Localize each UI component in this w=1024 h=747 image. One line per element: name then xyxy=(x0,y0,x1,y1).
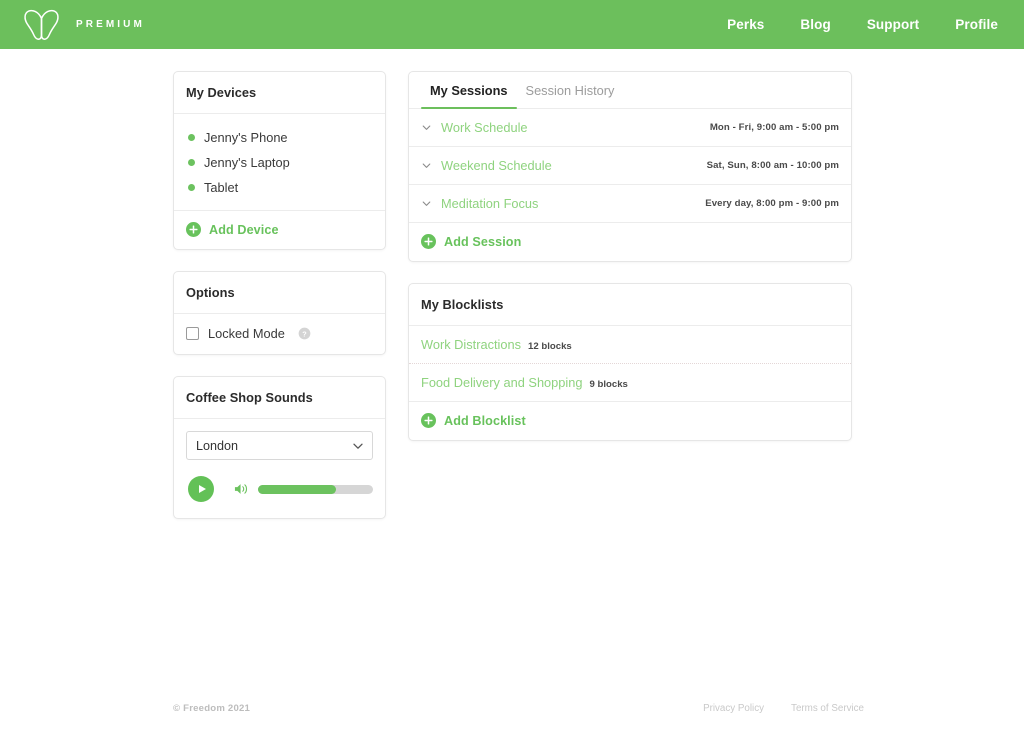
nav-link-perks[interactable]: Perks xyxy=(727,17,764,32)
my-sessions-card: My Sessions Session History Work Schedul… xyxy=(408,71,852,262)
brand[interactable]: PREMIUM xyxy=(22,8,145,42)
blocklist-name: Work Distractions xyxy=(421,337,521,352)
my-devices-header: My Devices xyxy=(174,72,385,114)
table-row[interactable]: Work Distractions 12 blocks xyxy=(409,326,851,364)
copyright-text: © Freedom 2021 xyxy=(173,703,250,714)
list-item[interactable]: Tablet xyxy=(186,175,373,200)
session-schedule: Every day, 8:00 pm - 9:00 pm xyxy=(705,198,839,209)
question-circle-icon[interactable]: ? xyxy=(298,327,311,340)
right-column: My Sessions Session History Work Schedul… xyxy=(408,71,852,462)
add-session-button[interactable]: Add Session xyxy=(409,223,851,261)
tab-my-sessions[interactable]: My Sessions xyxy=(421,83,517,108)
left-column: My Devices Jenny's Phone Jenny's Laptop … xyxy=(173,71,386,540)
chevron-down-icon[interactable] xyxy=(421,160,432,171)
volume-slider[interactable] xyxy=(258,485,373,494)
chevron-down-icon[interactable] xyxy=(421,122,432,133)
status-dot-icon xyxy=(188,134,195,141)
plus-circle-icon xyxy=(421,413,436,428)
chevron-down-icon[interactable] xyxy=(421,198,432,209)
volume-icon[interactable] xyxy=(234,482,249,496)
volume-slider-fill xyxy=(258,485,336,494)
locked-mode-checkbox[interactable] xyxy=(186,327,199,340)
device-label: Jenny's Laptop xyxy=(204,155,290,170)
list-item[interactable]: Jenny's Laptop xyxy=(186,150,373,175)
tab-session-history[interactable]: Session History xyxy=(517,83,624,108)
options-title: Options xyxy=(186,285,235,300)
status-dot-icon xyxy=(188,184,195,191)
main-nav: Perks Blog Support Profile xyxy=(727,17,1000,32)
my-blocklists-card: My Blocklists Work Distractions 12 block… xyxy=(408,283,852,441)
sound-location-value: London xyxy=(196,439,238,453)
add-blocklist-label: Add Blocklist xyxy=(444,414,526,428)
blocklist-count: 12 blocks xyxy=(528,341,572,352)
add-session-label: Add Session xyxy=(444,235,521,249)
site-header: PREMIUM Perks Blog Support Profile xyxy=(0,0,1024,49)
coffee-shop-sounds-card: Coffee Shop Sounds London xyxy=(173,376,386,519)
footer-links: Privacy Policy Terms of Service xyxy=(703,703,864,714)
blocklists-title: My Blocklists xyxy=(421,297,503,312)
session-schedule: Mon - Fri, 9:00 am - 5:00 pm xyxy=(710,122,839,133)
svg-text:?: ? xyxy=(302,329,307,338)
add-device-label: Add Device xyxy=(209,223,279,237)
table-row[interactable]: Work Schedule Mon - Fri, 9:00 am - 5:00 … xyxy=(409,109,851,147)
options-header: Options xyxy=(174,272,385,314)
footer-link-terms-of-service[interactable]: Terms of Service xyxy=(791,703,864,714)
butterfly-icon xyxy=(22,8,62,42)
blocklist-name: Food Delivery and Shopping xyxy=(421,375,583,390)
sound-location-select[interactable]: London xyxy=(186,431,373,460)
plus-circle-icon xyxy=(186,222,201,237)
sounds-body: London xyxy=(174,419,385,518)
table-row[interactable]: Food Delivery and Shopping 9 blocks xyxy=(409,364,851,402)
nav-link-blog[interactable]: Blog xyxy=(800,17,830,32)
plus-circle-icon xyxy=(421,234,436,249)
blocklists-header: My Blocklists xyxy=(409,284,851,326)
footer-link-privacy-policy[interactable]: Privacy Policy xyxy=(703,703,764,714)
nav-link-profile[interactable]: Profile xyxy=(955,17,998,32)
play-button[interactable] xyxy=(188,476,214,502)
blocklist-count: 9 blocks xyxy=(590,379,628,390)
device-label: Tablet xyxy=(204,180,238,195)
add-blocklist-button[interactable]: Add Blocklist xyxy=(409,402,851,440)
site-footer: © Freedom 2021 Privacy Policy Terms of S… xyxy=(173,703,864,714)
play-icon xyxy=(199,485,206,493)
app-page: PREMIUM Perks Blog Support Profile My De… xyxy=(0,0,1024,747)
audio-player xyxy=(186,476,373,502)
session-name: Work Schedule xyxy=(441,120,710,135)
options-card: Options Locked Mode ? xyxy=(173,271,386,355)
device-list: Jenny's Phone Jenny's Laptop Tablet xyxy=(174,114,385,211)
sessions-tabs: My Sessions Session History xyxy=(409,72,851,109)
session-name: Weekend Schedule xyxy=(441,158,707,173)
device-label: Jenny's Phone xyxy=(204,130,288,145)
session-schedule: Sat, Sun, 8:00 am - 10:00 pm xyxy=(707,160,839,171)
status-dot-icon xyxy=(188,159,195,166)
list-item[interactable]: Jenny's Phone xyxy=(186,125,373,150)
locked-mode-label: Locked Mode xyxy=(208,326,285,341)
chevron-down-icon xyxy=(352,440,364,452)
table-row[interactable]: Meditation Focus Every day, 8:00 pm - 9:… xyxy=(409,185,851,223)
my-devices-card: My Devices Jenny's Phone Jenny's Laptop … xyxy=(173,71,386,250)
sounds-title: Coffee Shop Sounds xyxy=(186,390,313,405)
add-device-button[interactable]: Add Device xyxy=(174,211,385,249)
page-title: My Devices xyxy=(186,85,256,100)
brand-name: PREMIUM xyxy=(76,19,145,30)
options-body: Locked Mode ? xyxy=(174,314,385,354)
session-name: Meditation Focus xyxy=(441,196,705,211)
sounds-header: Coffee Shop Sounds xyxy=(174,377,385,419)
nav-link-support[interactable]: Support xyxy=(867,17,919,32)
table-row[interactable]: Weekend Schedule Sat, Sun, 8:00 am - 10:… xyxy=(409,147,851,185)
content-area: My Devices Jenny's Phone Jenny's Laptop … xyxy=(0,49,1024,540)
